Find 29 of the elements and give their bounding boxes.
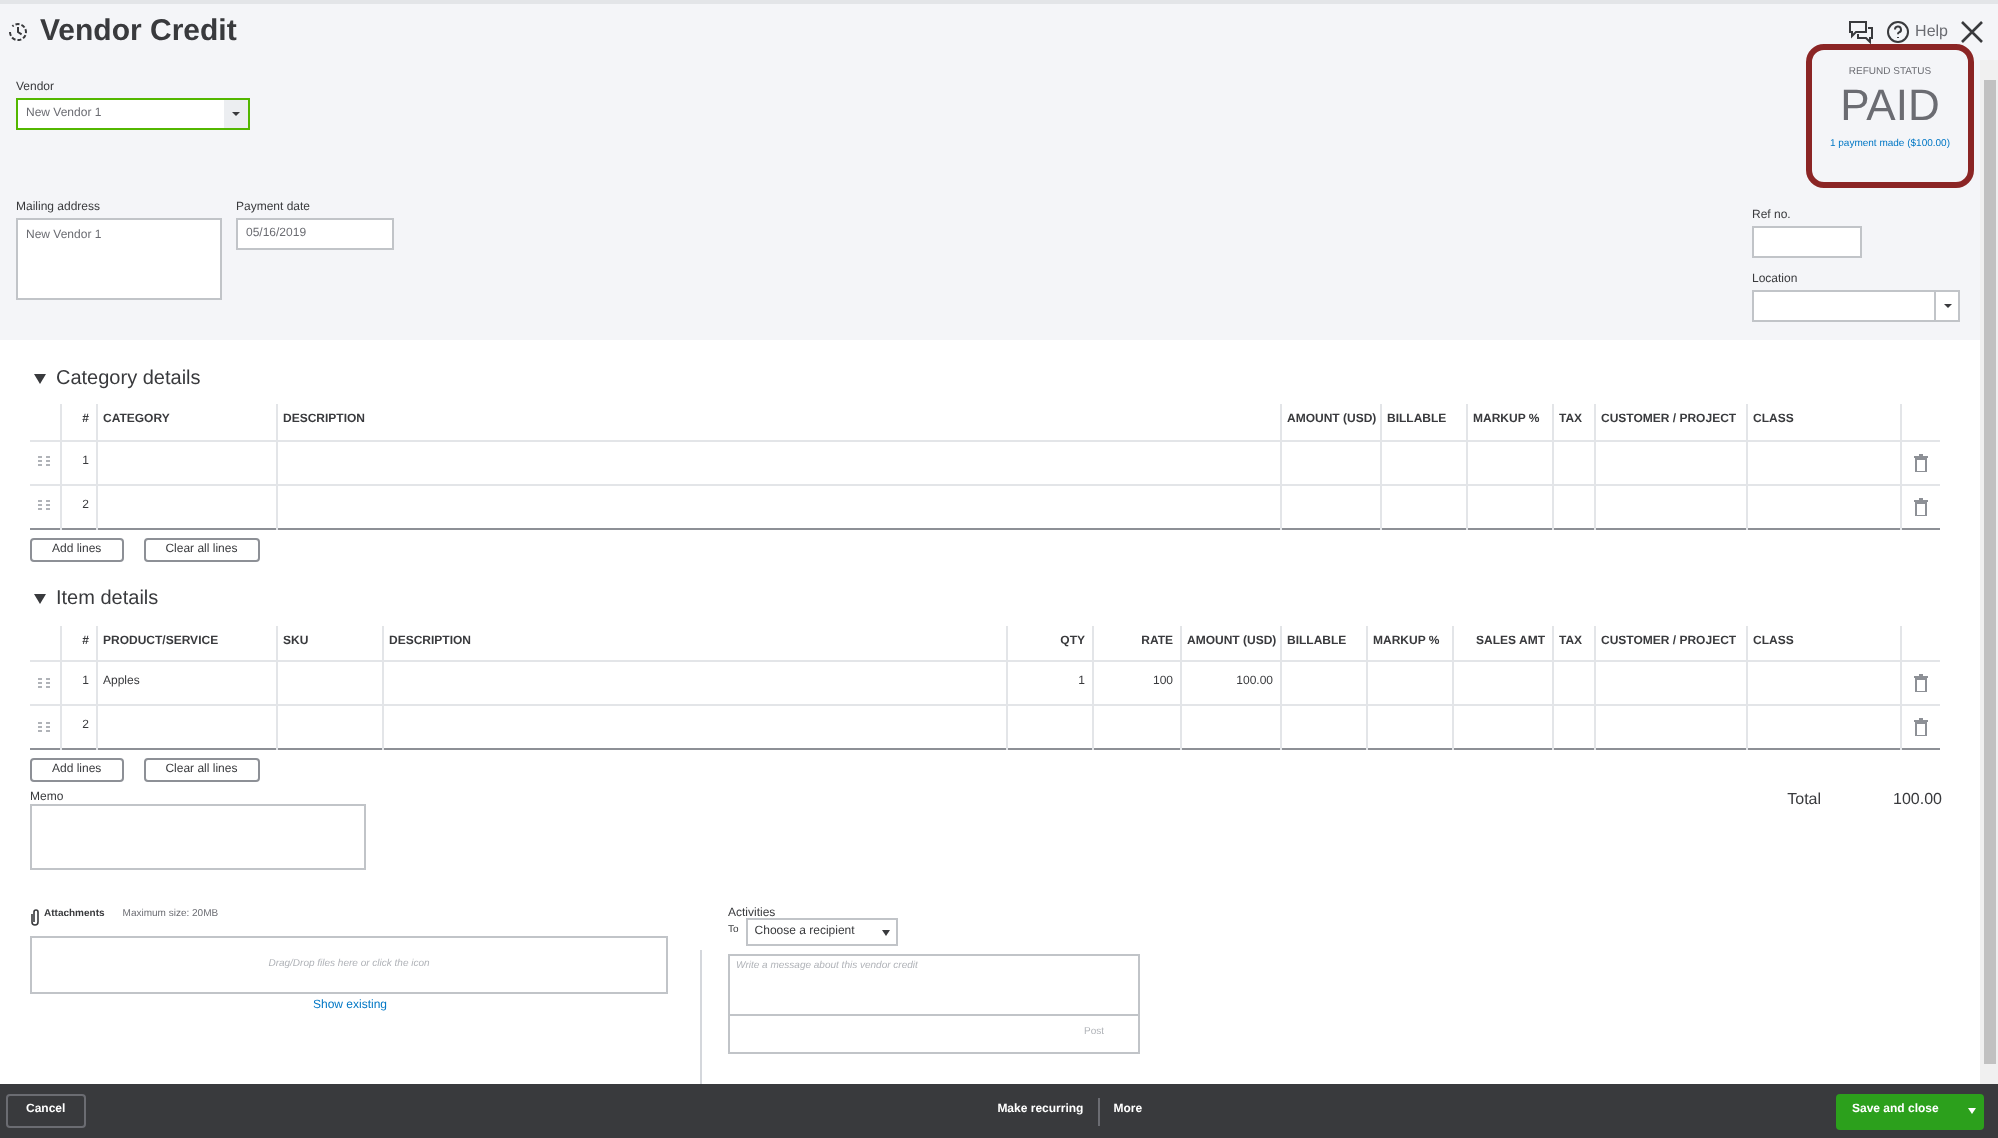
drag-handle-icon[interactable] [38,500,51,512]
collapse-triangle-icon[interactable] [34,594,46,604]
ref-no-field[interactable] [1752,226,1862,258]
trash-icon[interactable] [1913,453,1928,471]
paperclip-icon[interactable] [30,907,40,925]
history-icon[interactable] [6,20,30,44]
location-dropdown[interactable] [1752,290,1960,322]
drag-handle-icon[interactable] [38,721,51,733]
trash-icon[interactable] [1913,497,1928,515]
help-icon [1885,20,1910,44]
section-title: Category details [56,365,201,393]
help-button[interactable]: Help [1885,20,1948,44]
scrollbar[interactable] [1980,60,1998,1084]
collapse-triangle-icon[interactable] [34,373,46,383]
dropdown-caret-icon[interactable] [1968,1108,1976,1114]
trash-icon[interactable] [1913,718,1928,736]
status-text: PAID [1840,81,1940,129]
close-icon[interactable] [1960,20,1984,44]
section-title: Item details [56,586,159,614]
total-value: 100.00 [1893,788,1942,812]
dropdown-caret-icon [224,100,248,128]
drag-handle-icon[interactable] [38,456,51,468]
memo-field[interactable] [30,804,366,870]
dropdown-caret-icon [882,929,891,935]
total-label: Total [1787,788,1822,812]
trash-icon[interactable] [1913,674,1928,692]
window-title: Vendor Credit [40,11,237,52]
chat-icon[interactable] [1847,20,1874,44]
drag-handle-icon[interactable] [38,677,51,689]
